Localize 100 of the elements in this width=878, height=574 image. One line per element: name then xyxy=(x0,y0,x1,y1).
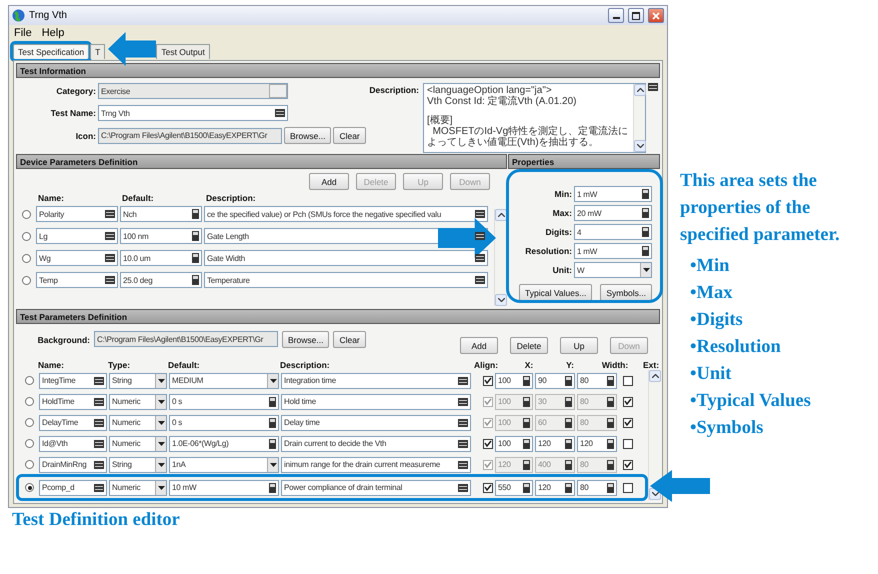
name-field[interactable]: Wg xyxy=(36,250,118,266)
keyboard-icon[interactable] xyxy=(105,232,115,240)
calculator-icon[interactable] xyxy=(269,418,276,428)
default-field[interactable]: 1.0E-06*(Wg/Lg) xyxy=(169,436,279,452)
dialog-button[interactable]: Symbols... xyxy=(600,284,652,301)
calculator-icon[interactable] xyxy=(523,460,530,470)
calculator-icon[interactable] xyxy=(192,209,199,219)
scrollbar[interactable] xyxy=(494,209,506,306)
keyboard-icon[interactable] xyxy=(475,276,485,284)
calculator-icon[interactable] xyxy=(523,376,530,386)
radio-button[interactable] xyxy=(22,232,31,240)
calculator-icon[interactable] xyxy=(607,482,614,492)
calculator-icon[interactable] xyxy=(523,418,530,428)
keyboard-icon[interactable] xyxy=(105,276,115,284)
scroll-down-icon[interactable] xyxy=(498,298,504,302)
property-field[interactable]: 1 mW xyxy=(574,186,652,202)
name-field[interactable]: Polarity xyxy=(36,206,118,222)
calculator-icon[interactable] xyxy=(269,482,276,492)
description-field[interactable]: ce the specified value) or Pch (SMUs force the negative specified valu xyxy=(204,206,488,222)
calculator-icon[interactable] xyxy=(192,231,199,241)
description-field[interactable]: Drain current to decide the Vth xyxy=(281,436,471,452)
radio-button[interactable] xyxy=(22,254,31,262)
keyboard-icon[interactable] xyxy=(105,210,115,218)
x-field[interactable]: 100 xyxy=(495,372,533,388)
close-button[interactable] xyxy=(648,8,664,23)
default-field[interactable]: MEDIUM xyxy=(169,372,279,388)
keyboard-icon[interactable] xyxy=(458,484,468,492)
calculator-icon[interactable] xyxy=(607,438,614,448)
scroll-up-icon[interactable] xyxy=(498,213,504,217)
width-field[interactable]: 120 xyxy=(577,436,617,452)
calculator-icon[interactable] xyxy=(523,396,530,406)
name-field[interactable]: Id@Vth xyxy=(39,436,107,452)
calculator-icon[interactable] xyxy=(607,418,614,428)
property-field[interactable]: W xyxy=(574,262,652,278)
highlighted-row[interactable]: Pcomp_d Numeric 10 mW Power compliance of drain terminal 550 120 80 xyxy=(19,477,645,498)
name-field[interactable]: IntegTime xyxy=(39,372,107,388)
menu-item[interactable]: Help xyxy=(42,27,64,39)
x-field[interactable]: 550 xyxy=(495,480,533,496)
keyboard-icon[interactable] xyxy=(94,440,104,448)
calculator-icon[interactable] xyxy=(192,253,199,263)
radio-button[interactable] xyxy=(25,439,34,448)
keyboard-icon[interactable] xyxy=(648,83,658,91)
property-field[interactable]: 1 mW xyxy=(574,243,652,259)
keyboard-icon[interactable] xyxy=(475,254,485,262)
keyboard-icon[interactable] xyxy=(458,376,468,384)
y-field[interactable]: 120 xyxy=(535,480,575,496)
scroll-up-icon[interactable] xyxy=(636,88,644,92)
type-dropdown[interactable]: Numeric xyxy=(109,436,167,452)
calculator-icon[interactable] xyxy=(607,460,614,470)
menu-item[interactable]: File xyxy=(14,27,32,39)
browse-button[interactable]: Browse... xyxy=(282,331,330,348)
calculator-icon[interactable] xyxy=(565,418,572,428)
scrollbar[interactable] xyxy=(648,370,660,500)
clear-button[interactable]: Clear xyxy=(333,331,366,348)
scrollbar[interactable] xyxy=(633,84,645,152)
keyboard-icon[interactable] xyxy=(458,460,468,468)
description-field[interactable]: <languageOption lang="ja"> Vth Const Id: 定電流Vth (A.01.20) [概要] MOSFETのId-Vg特性を測定し、定電流法によってしきい値電圧(Vth)を抽出する。 xyxy=(423,83,646,153)
description-field[interactable]: Integration time xyxy=(281,372,471,388)
property-field[interactable]: 4 xyxy=(574,224,652,240)
calculator-icon[interactable] xyxy=(565,482,572,492)
browse-button[interactable]: Browse... xyxy=(284,127,332,144)
calculator-icon[interactable] xyxy=(642,246,649,256)
checkbox[interactable] xyxy=(623,482,633,492)
calculator-icon[interactable] xyxy=(565,438,572,448)
keyboard-icon[interactable] xyxy=(475,210,485,218)
checkbox[interactable] xyxy=(483,482,493,492)
toolbar-button[interactable]: Add xyxy=(460,337,498,354)
calculator-icon[interactable] xyxy=(565,376,572,386)
scroll-down-icon[interactable] xyxy=(636,144,644,148)
keyboard-icon[interactable] xyxy=(94,418,104,426)
property-field[interactable]: 20 mW xyxy=(574,205,652,221)
calculator-icon[interactable] xyxy=(565,396,572,406)
icon-path-field[interactable]: C:\Program Files\Agilent\B1500\EasyEXPERT\Gr xyxy=(98,128,282,144)
keyboard-icon[interactable] xyxy=(94,376,104,384)
calculator-icon[interactable] xyxy=(523,438,530,448)
category-field[interactable]: Exercise xyxy=(98,83,288,99)
y-field[interactable]: 90 xyxy=(535,372,575,388)
clear-button[interactable]: Clear xyxy=(333,127,366,144)
minimize-button[interactable] xyxy=(608,8,624,23)
description-field[interactable]: Power compliance of drain terminal xyxy=(281,480,471,496)
keyboard-icon[interactable] xyxy=(94,484,104,492)
keyboard-icon[interactable] xyxy=(94,398,104,406)
radio-button[interactable] xyxy=(22,276,31,284)
default-field[interactable]: 25.0 deg xyxy=(120,272,202,288)
calculator-icon[interactable] xyxy=(192,275,199,285)
description-field[interactable]: Temperature xyxy=(204,272,488,288)
dialog-button[interactable]: Typical Values... xyxy=(519,284,592,301)
width-field[interactable]: 80 xyxy=(577,372,617,388)
calculator-icon[interactable] xyxy=(642,227,649,237)
checkbox[interactable] xyxy=(483,438,493,448)
radio-button[interactable] xyxy=(25,483,34,492)
calculator-icon[interactable] xyxy=(269,396,276,406)
calculator-icon[interactable] xyxy=(607,396,614,406)
toolbar-button[interactable]: Add xyxy=(309,173,349,190)
scroll-down-icon[interactable] xyxy=(652,492,658,496)
keyboard-icon[interactable] xyxy=(458,418,468,426)
width-field[interactable]: 80 xyxy=(577,480,617,496)
maximize-button[interactable] xyxy=(628,8,644,23)
default-field[interactable]: 100 nm xyxy=(120,228,202,244)
calculator-icon[interactable] xyxy=(642,208,649,218)
